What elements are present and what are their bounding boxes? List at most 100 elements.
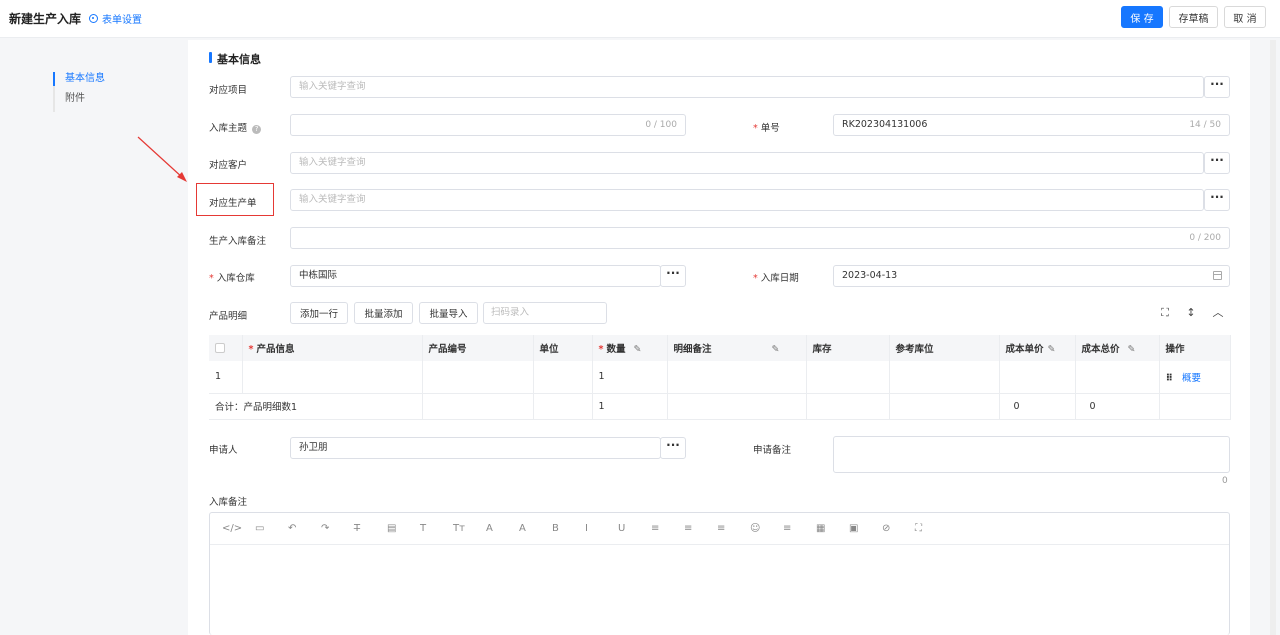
font-size-icon[interactable]: Tт	[453, 523, 486, 534]
scan-input[interactable]: 扫码录入	[483, 302, 607, 324]
col-product-info: * 产品信息	[242, 335, 423, 361]
save-draft-button[interactable]: 存草稿	[1169, 6, 1218, 28]
apply-remark-label: 申请备注	[753, 445, 792, 456]
annotation-arrow-icon	[137, 136, 187, 182]
form-settings-link[interactable]: 表单设置	[89, 11, 142, 26]
page-title: 新建生产入库	[9, 12, 82, 26]
project-more-button[interactable]: ···	[1204, 76, 1230, 98]
apply-remark-count: 0	[1222, 476, 1228, 486]
align-right-icon[interactable]: ≡	[717, 523, 750, 534]
form-settings-label: 表单设置	[102, 15, 142, 26]
warehouse-label: * 入库仓库	[209, 273, 255, 284]
edit-icon[interactable]: ✎	[1128, 344, 1136, 355]
row-index: 1	[209, 361, 243, 394]
code-icon[interactable]: </>	[222, 523, 255, 534]
col-detail-note: 明细备注 ✎	[667, 335, 807, 361]
product-code-cell	[422, 361, 534, 394]
col-cost-price: 成本单价 ✎	[999, 335, 1076, 361]
fullscreen-icon[interactable]: ⛶	[1158, 306, 1172, 320]
col-unit: 单位	[533, 335, 593, 361]
production-remark-label: 生产入库备注	[209, 236, 267, 247]
redo-icon[interactable]: ↷	[321, 523, 354, 534]
italic-icon[interactable]: I	[585, 523, 618, 534]
apply-remark-textarea[interactable]	[833, 436, 1230, 473]
number-input[interactable]: RK202304131006 14 / 50	[833, 114, 1230, 136]
production-order-more-button[interactable]: ···	[1204, 189, 1230, 211]
chevron-up-icon[interactable]: ︿	[1211, 306, 1225, 320]
col-qty: * 数量 ✎	[592, 335, 668, 361]
drag-handle-icon[interactable]: ⠿	[1166, 373, 1173, 384]
applicant-label: 申请人	[209, 445, 238, 456]
production-order-input[interactable]: 输入关键字查询	[290, 189, 1204, 211]
applicant-more-button[interactable]: ···	[660, 437, 686, 459]
project-input[interactable]: 输入关键字查询	[290, 76, 1204, 98]
image-icon[interactable]: ▣	[849, 523, 882, 534]
section-nav: 基本信息 附件	[53, 72, 105, 112]
strikethrough-icon[interactable]: T̶	[354, 523, 387, 534]
warehouse-input[interactable]: 中栋国际	[290, 265, 661, 287]
select-all-checkbox[interactable]	[215, 343, 225, 353]
select-all-cell[interactable]	[209, 335, 243, 361]
row-height-icon[interactable]: ↕	[1184, 306, 1198, 320]
bg-color-icon[interactable]: A	[519, 523, 552, 534]
emoji-icon[interactable]: ☺	[750, 523, 783, 534]
attachment-icon[interactable]: ⊘	[882, 523, 915, 534]
summary-cost-price: 0	[999, 393, 1076, 420]
number-label: * 单号	[753, 123, 780, 134]
document-icon[interactable]: ▤	[387, 523, 420, 534]
customer-input[interactable]: 输入关键字查询	[290, 152, 1204, 174]
batch-import-button[interactable]: 批量导入	[419, 302, 478, 324]
rich-text-editor[interactable]: </> ▭ ↶ ↷ T̶ ▤ T Tт A A B I U ≡ ≡ ≡ ☺ ≡ ▦ ▣ ⊘ ⛶	[209, 512, 1230, 635]
table-icon[interactable]: ▦	[816, 523, 849, 534]
cancel-button[interactable]: 取 消	[1224, 6, 1266, 28]
date-label: * 入库日期	[753, 273, 799, 284]
customer-more-button[interactable]: ···	[1204, 152, 1230, 174]
col-stock: 库存	[806, 335, 890, 361]
product-table: * 产品信息 产品编号 单位 * 数量 ✎ 明细备注 ✎ 库存 参考库位 成本单价 ✎ 成…	[209, 335, 1231, 420]
date-input[interactable]: 2023-04-13	[833, 265, 1230, 287]
table-row: 1 1 ⠿ 概要	[209, 361, 1231, 394]
detail-note-cell[interactable]	[667, 361, 807, 394]
product-info-cell[interactable]	[242, 361, 423, 394]
production-remark-input[interactable]: 0 / 200	[290, 227, 1230, 249]
stock-cell	[806, 361, 890, 394]
bold-icon[interactable]: B	[552, 523, 585, 534]
calendar-icon	[1213, 271, 1222, 280]
cost-total-cell[interactable]	[1075, 361, 1160, 394]
summary-label: 合计：产品明细数1	[209, 393, 423, 420]
batch-add-button[interactable]: 批量添加	[354, 302, 413, 324]
qty-cell[interactable]: 1	[592, 361, 668, 394]
unit-cell	[533, 361, 593, 394]
subject-input[interactable]: 0 / 100	[290, 114, 686, 136]
actions-cell: ⠿ 概要	[1159, 361, 1231, 394]
edit-icon[interactable]: ✎	[633, 344, 641, 355]
summary-cost-total: 0	[1075, 393, 1160, 420]
production-order-label: 对应生产单	[209, 198, 257, 209]
section-title-basic-info: 基本信息	[209, 51, 261, 67]
nav-item-attachment[interactable]: 附件	[55, 92, 105, 112]
in-remark-label: 入库备注	[209, 497, 248, 508]
fullscreen-icon[interactable]: ⛶	[915, 523, 948, 534]
table-layout-icon[interactable]: ▭	[255, 523, 288, 534]
align-center-icon[interactable]: ≡	[684, 523, 717, 534]
product-detail-label: 产品明细	[209, 311, 248, 322]
add-row-button[interactable]: 添加一行	[290, 302, 348, 324]
align-left-icon[interactable]: ≡	[651, 523, 684, 534]
undo-icon[interactable]: ↶	[288, 523, 321, 534]
save-button[interactable]: 保 存	[1121, 6, 1163, 28]
divider-icon[interactable]: ≡	[783, 523, 816, 534]
font-color-icon[interactable]: A	[486, 523, 519, 534]
nav-item-basic-info[interactable]: 基本信息	[53, 72, 105, 92]
page-scrollbar[interactable]	[1270, 40, 1276, 635]
top-bar: 新建生产入库 表单设置 保 存 存草稿 取 消	[0, 0, 1280, 38]
text-icon[interactable]: T	[420, 523, 453, 534]
applicant-input[interactable]: 孙卫朋	[290, 437, 661, 459]
edit-icon[interactable]: ✎	[772, 344, 780, 355]
customer-label: 对应客户	[209, 160, 248, 171]
warehouse-more-button[interactable]: ···	[660, 265, 686, 287]
edit-icon[interactable]: ✎	[1048, 344, 1056, 355]
cost-price-cell[interactable]	[999, 361, 1076, 394]
summary-link[interactable]: 概要	[1182, 373, 1201, 384]
underline-icon[interactable]: U	[618, 523, 651, 534]
location-cell	[889, 361, 1000, 394]
